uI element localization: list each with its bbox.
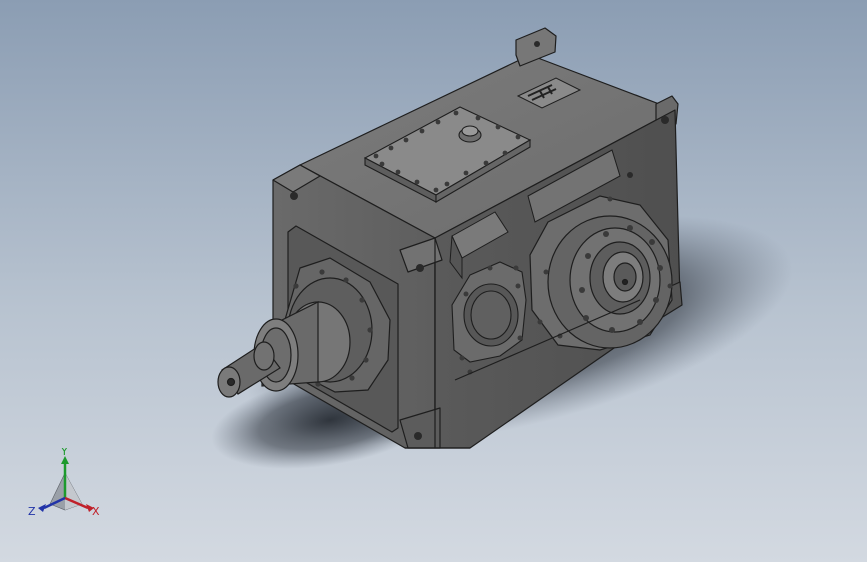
gearbox-model[interactable] <box>0 0 867 562</box>
x-axis-label: X <box>92 505 100 518</box>
graphics-viewport[interactable]: Y X Z <box>0 0 867 562</box>
z-axis-label: Z <box>28 505 36 518</box>
y-axis-label: Y <box>60 448 68 458</box>
coordinate-triad: Y X Z <box>28 448 100 518</box>
